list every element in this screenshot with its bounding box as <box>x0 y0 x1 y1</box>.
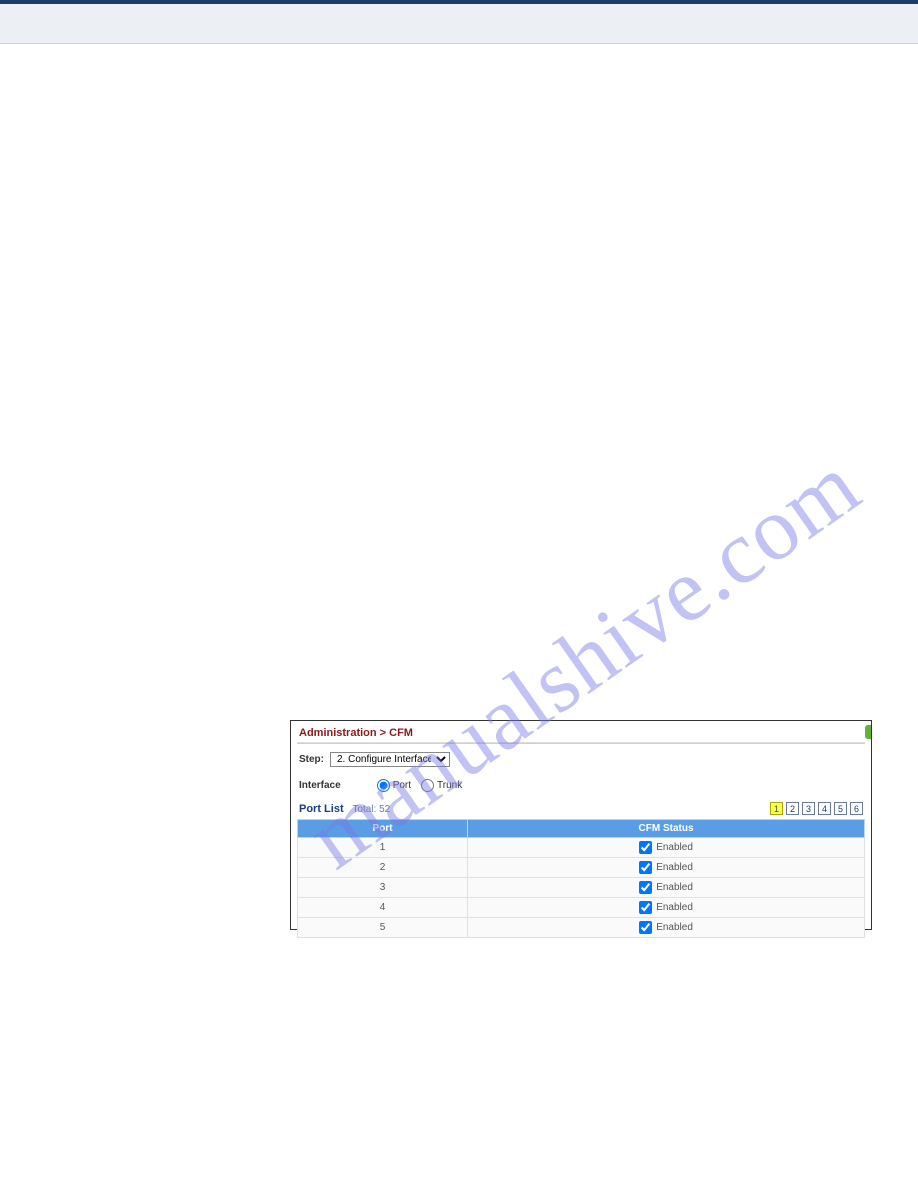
radio-trunk[interactable] <box>421 779 434 792</box>
col-status: CFM Status <box>468 820 865 838</box>
cell-status: Enabled <box>468 858 865 878</box>
status-text: Enabled <box>656 882 693 893</box>
table-row: 1 Enabled <box>298 838 865 858</box>
table-row: 2 Enabled <box>298 858 865 878</box>
table-row: 5 Enabled <box>298 918 865 938</box>
enabled-checkbox[interactable] <box>639 901 652 914</box>
radio-port-label: Port <box>393 780 411 791</box>
table-row: 4 Enabled <box>298 898 865 918</box>
col-port: Port <box>298 820 468 838</box>
enabled-checkbox[interactable] <box>639 921 652 934</box>
cell-port: 1 <box>298 838 468 858</box>
page-header-bar <box>0 0 918 44</box>
help-indicator <box>865 725 871 739</box>
cell-port: 3 <box>298 878 468 898</box>
cell-port: 4 <box>298 898 468 918</box>
cell-status: Enabled <box>468 838 865 858</box>
pager-4[interactable]: 4 <box>818 802 831 815</box>
interface-row: Interface Port Trunk <box>291 775 871 800</box>
status-text: Enabled <box>656 902 693 913</box>
enabled-checkbox[interactable] <box>639 881 652 894</box>
status-text: Enabled <box>656 842 693 853</box>
cell-status: Enabled <box>468 878 865 898</box>
breadcrumb: Administration > CFM <box>291 721 871 742</box>
status-text: Enabled <box>656 862 693 873</box>
step-select[interactable]: 2. Configure Interface <box>330 752 450 767</box>
cell-port: 5 <box>298 918 468 938</box>
enabled-checkbox[interactable] <box>639 841 652 854</box>
enabled-checkbox[interactable] <box>639 861 652 874</box>
step-row: Step: 2. Configure Interface <box>291 750 871 775</box>
interface-label: Interface <box>299 780 341 791</box>
divider <box>297 742 865 744</box>
portlist-total: Total: 52 <box>352 804 390 815</box>
cell-port: 2 <box>298 858 468 878</box>
radio-port[interactable] <box>377 779 390 792</box>
portlist-label: Port List <box>299 803 344 815</box>
pager: 123456 <box>770 802 863 815</box>
radio-trunk-label: Trunk <box>437 780 462 791</box>
cell-status: Enabled <box>468 898 865 918</box>
status-text: Enabled <box>656 922 693 933</box>
pager-5[interactable]: 5 <box>834 802 847 815</box>
cfm-figure: Administration > CFM Step: 2. Configure … <box>290 720 872 930</box>
pager-1[interactable]: 1 <box>770 802 783 815</box>
table-row: 3 Enabled <box>298 878 865 898</box>
port-table: Port CFM Status 1 Enabled 2 Enabled 3 Enabled… <box>297 819 865 938</box>
step-label: Step: <box>299 754 324 765</box>
portlist-header: Port List Total: 52 123456 <box>291 800 871 817</box>
pager-3[interactable]: 3 <box>802 802 815 815</box>
cell-status: Enabled <box>468 918 865 938</box>
pager-2[interactable]: 2 <box>786 802 799 815</box>
pager-6[interactable]: 6 <box>850 802 863 815</box>
